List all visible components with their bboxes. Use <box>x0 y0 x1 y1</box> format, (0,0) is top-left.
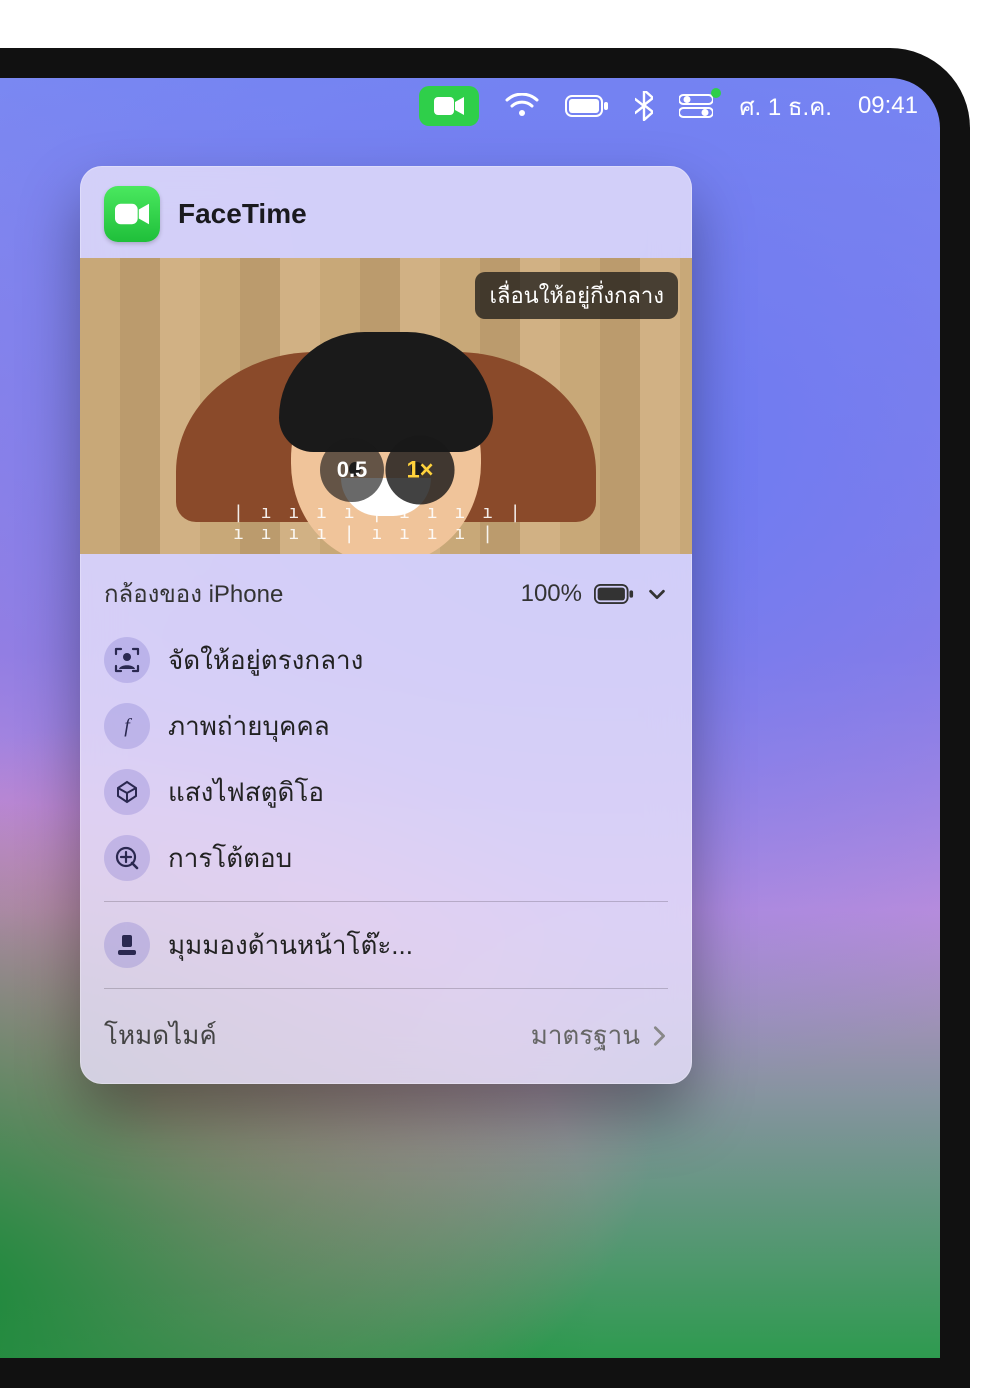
portrait-icon: f <box>115 714 139 738</box>
video-effects-panel: FaceTime เลื่อนให้อยู่กึ่งกลาง 0.5 1× <box>80 166 692 1084</box>
chevron-right-icon <box>650 1025 668 1047</box>
mic-mode-label: โหมดไมค์ <box>104 1015 217 1056</box>
mic-mode-row[interactable]: โหมดไมค์ มาตรฐาน <box>104 999 668 1078</box>
panel-title: FaceTime <box>178 198 307 230</box>
camera-preview[interactable]: เลื่อนให้อยู่กึ่งกลาง 0.5 1× | ı ı ı ı |… <box>80 258 692 554</box>
option-label: จัดให้อยู่ตรงกลาง <box>168 640 363 681</box>
center-stage-option[interactable]: จัดให้อยู่ตรงกลาง <box>104 627 668 693</box>
camera-source-label: กล้องของ iPhone <box>104 574 283 613</box>
camera-battery-percent: 100% <box>521 580 582 608</box>
wifi-icon <box>505 93 539 119</box>
portrait-option[interactable]: f ภาพถ่ายบุคคล <box>104 693 668 759</box>
battery-icon <box>594 584 634 604</box>
center-stage-icon <box>114 647 140 673</box>
zoom-0-5x-button[interactable]: 0.5 <box>320 438 384 502</box>
option-label: ภาพถ่ายบุคคล <box>168 706 330 747</box>
battery-icon <box>565 95 609 117</box>
facetime-app-icon <box>104 186 160 242</box>
menubar-time[interactable]: 09:41 <box>858 86 918 126</box>
reactions-option[interactable]: การโต้ตอบ <box>104 825 668 891</box>
panel-header: FaceTime <box>80 166 692 258</box>
separator <box>104 901 668 902</box>
option-label: มุมมองด้านหน้าโต๊ะ... <box>168 925 413 966</box>
camera-source-row[interactable]: กล้องของ iPhone 100% <box>104 566 668 627</box>
recenter-hint-badge[interactable]: เลื่อนให้อยู่กึ่งกลาง <box>475 272 678 319</box>
menubar-date[interactable]: ศ. 1 ธ.ค. <box>739 86 832 126</box>
reactions-icon <box>114 845 140 871</box>
video-icon <box>434 95 464 117</box>
device-frame: ศ. 1 ธ.ค. 09:41 FaceTime <box>0 48 970 1388</box>
bluetooth-status[interactable] <box>635 86 653 126</box>
control-center-icon <box>679 94 713 118</box>
studio-light-icon <box>114 779 140 805</box>
menubar: ศ. 1 ธ.ค. 09:41 <box>0 78 940 134</box>
facetime-menubar-indicator[interactable] <box>419 86 479 126</box>
zoom-tick-scale: | ı ı ı ı | ı ı ı ı | ı ı ı ı | ı ı ı ı … <box>233 502 539 544</box>
option-label: แสงไฟสตูดิโอ <box>168 772 324 813</box>
option-label: การโต้ตอบ <box>168 838 292 879</box>
desk-view-icon <box>115 933 139 957</box>
bluetooth-icon <box>635 91 653 121</box>
svg-text:f: f <box>124 715 132 737</box>
desktop-screen: ศ. 1 ธ.ค. 09:41 FaceTime <box>0 78 940 1358</box>
separator <box>104 988 668 989</box>
battery-status[interactable] <box>565 86 609 126</box>
zoom-controls: 0.5 1× <box>318 438 454 502</box>
video-icon <box>115 201 149 227</box>
panel-body: กล้องของ iPhone 100% <box>80 554 692 1084</box>
wifi-status[interactable] <box>505 86 539 126</box>
desk-view-option[interactable]: มุมมองด้านหน้าโต๊ะ... <box>104 912 668 978</box>
zoom-1x-button[interactable]: 1× <box>385 435 454 504</box>
chevron-down-icon <box>646 583 668 605</box>
control-center-button[interactable] <box>679 86 713 126</box>
mic-mode-value: มาตรฐาน <box>531 1015 640 1056</box>
studio-light-option[interactable]: แสงไฟสตูดิโอ <box>104 759 668 825</box>
